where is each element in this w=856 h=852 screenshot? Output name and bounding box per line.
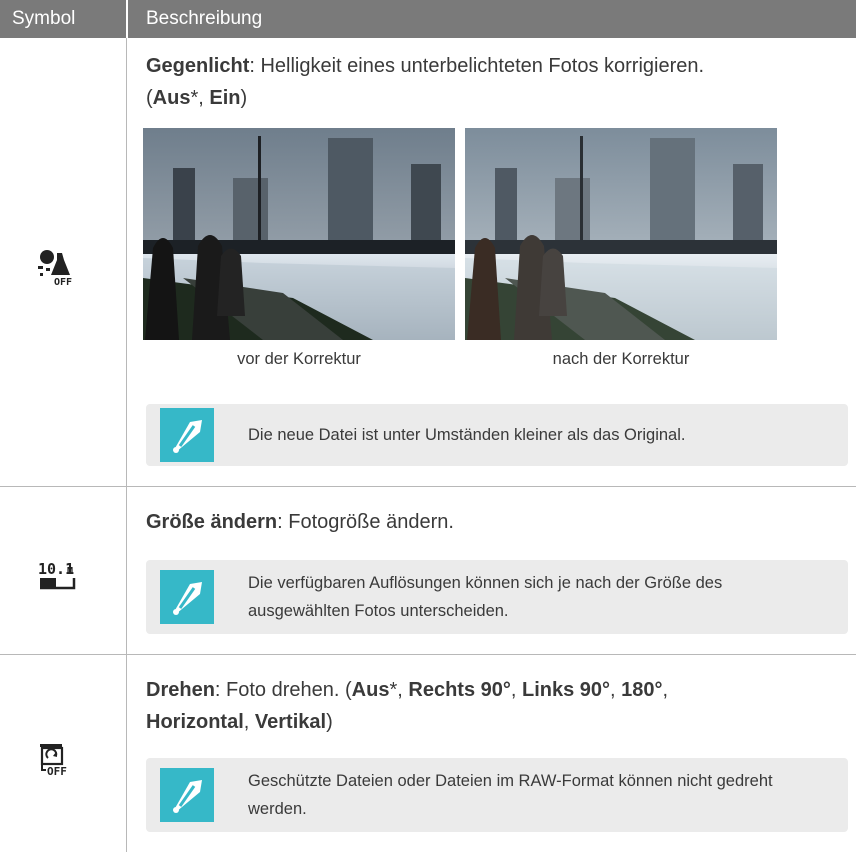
option-links-90: Links 90° <box>522 679 611 701</box>
backlight-title: Gegenlicht <box>146 55 250 77</box>
table-header: Symbol Beschreibung <box>0 0 856 38</box>
note-pen-icon <box>160 768 214 822</box>
photo-before-correction <box>143 128 455 340</box>
note-box: Die neue Datei ist unter Umständen klein… <box>146 404 848 466</box>
row-backlight-text: Gegenlicht: Helligkeit eines unterbelich… <box>146 50 846 114</box>
svg-text:M: M <box>67 566 73 577</box>
option-ein: Ein <box>209 87 241 109</box>
backlight-off-icon: OFF <box>37 247 75 292</box>
header-symbol: Symbol <box>12 8 76 29</box>
row-resize-text: Größe ändern: Fotogröße ändern. <box>146 506 846 538</box>
note-text: Geschützte Dateien oder Dateien im RAW-F… <box>248 772 773 818</box>
comma: , <box>198 87 210 109</box>
note-text: Die verfügbaren Auflösungen können sich … <box>248 574 723 620</box>
row-rotate-text: Drehen: Foto drehen. (Aus*, Rechts 90°, … <box>146 679 669 733</box>
rotate-description: : Foto drehen. ( <box>214 679 352 701</box>
caption-before: vor der Korrektur <box>237 350 361 368</box>
resize-title: Größe ändern <box>146 511 278 533</box>
caption-after: nach der Korrektur <box>552 350 690 368</box>
photo-after-correction <box>465 128 777 340</box>
resize-icon: 10.1 M <box>38 560 78 597</box>
column-divider <box>126 38 127 852</box>
svg-text:OFF: OFF <box>54 277 72 287</box>
backlight-description: : Helligkeit eines unterbelichteten Foto… <box>249 55 705 77</box>
rotate-off-icon: OFF <box>38 742 78 783</box>
header-description: Beschreibung <box>146 8 263 29</box>
options-close: ) <box>240 87 248 109</box>
row-divider <box>0 654 856 655</box>
note-box: Geschützte Dateien oder Dateien im RAW-F… <box>146 758 848 832</box>
note-box: Die verfügbaren Auflösungen können sich … <box>146 560 848 634</box>
option-aus: Aus <box>152 87 191 109</box>
default-star: * <box>389 679 398 701</box>
option-aus: Aus <box>351 679 390 701</box>
option-horizontal: Horizontal <box>146 711 244 733</box>
options-open: ( <box>146 87 153 109</box>
note-pen-icon <box>160 408 214 462</box>
rotate-title: Drehen <box>146 679 215 701</box>
row-divider <box>0 486 856 487</box>
note-pen-icon <box>160 570 214 624</box>
option-vertikal: Vertikal <box>254 711 327 733</box>
resize-description: : Fotogröße ändern. <box>277 511 454 533</box>
note-text: Die neue Datei ist unter Umständen klein… <box>248 426 686 444</box>
option-rechts-90: Rechts 90° <box>408 679 511 701</box>
svg-text:OFF: OFF <box>47 765 67 778</box>
option-180: 180° <box>621 679 663 701</box>
